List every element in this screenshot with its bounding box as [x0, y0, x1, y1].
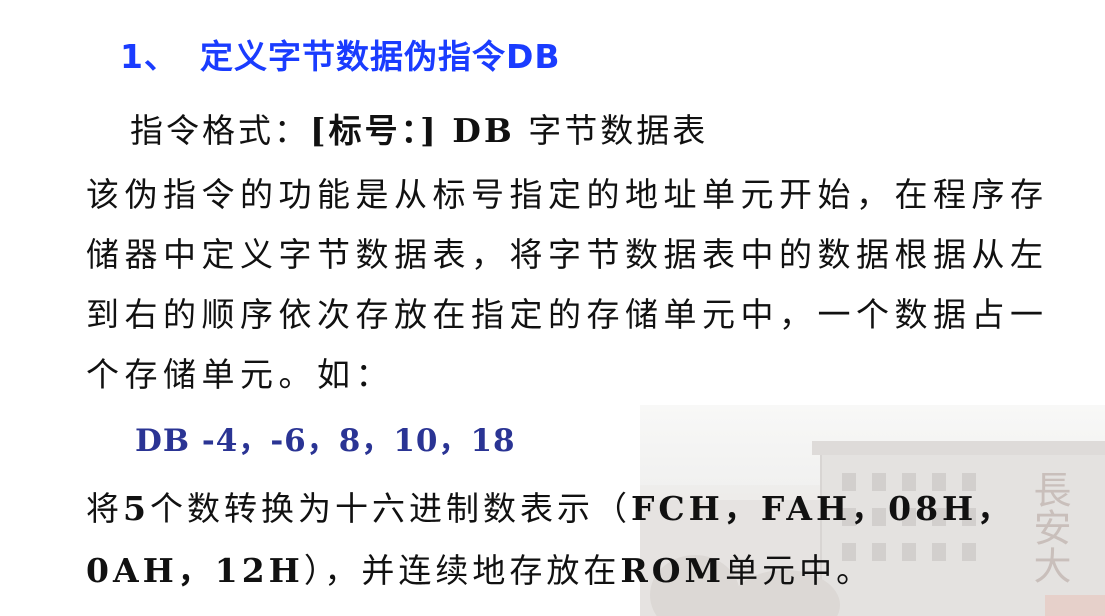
slide: 長安大 1、 定义字节数据伪指令DB 指令格式：[标号：] DB 字节数据表 该伪… [0, 0, 1105, 616]
description-paragraph: 该伪指令的功能是从标号指定的地址单元开始，在程序存 储器中定义字节数据表，将字节… [86, 165, 1081, 405]
format-prefix: 指令格式： [130, 111, 310, 150]
conversion-text: 将 [86, 489, 123, 528]
conversion-hex-values: FCH，FAH，08H， [630, 489, 1015, 528]
instruction-format: 指令格式：[标号：] DB 字节数据表 [130, 104, 708, 152]
format-operand: 字节数据表 [528, 111, 709, 150]
example-code: DB -4，-6，8，10，18 [135, 423, 516, 459]
conversion-line-1: 将5个数转换为十六进制数表示（FCH，FAH，08H， [86, 478, 1081, 540]
section-number: 1、 [120, 37, 178, 76]
conversion-rom: ROM [620, 551, 726, 590]
photo-building-roof [812, 441, 1105, 455]
section-heading: 1、 定义字节数据伪指令DB [120, 30, 561, 78]
format-label-part: [标号：] [310, 111, 439, 150]
conversion-text: 个数转换为十六进制数表示（ [149, 489, 631, 528]
description-line: 储器中定义字节数据表，将字节数据表中的数据根据从左 [86, 235, 1049, 274]
conversion-count: 5 [123, 489, 150, 528]
description-line: 到右的顺序依次存放在指定的存储单元中，一个数据占一 [86, 295, 1049, 334]
section-title: 定义字节数据伪指令DB [199, 37, 561, 76]
conversion-hex-values: 0AH，12H [86, 551, 304, 590]
conversion-paragraph: 将5个数转换为十六进制数表示（FCH，FAH，08H， 0AH，12H），并连续… [86, 478, 1081, 602]
conversion-text: ），并连续地存放在 [303, 551, 621, 590]
description-line: 个存储单元。如： [86, 355, 394, 394]
format-keyword: DB [452, 111, 515, 150]
conversion-text: 单元中。 [725, 551, 874, 590]
description-line: 该伪指令的功能是从标号指定的地址单元开始，在程序存 [86, 175, 1049, 214]
conversion-line-2: 0AH，12H），并连续地存放在ROM单元中。 [86, 540, 1081, 602]
